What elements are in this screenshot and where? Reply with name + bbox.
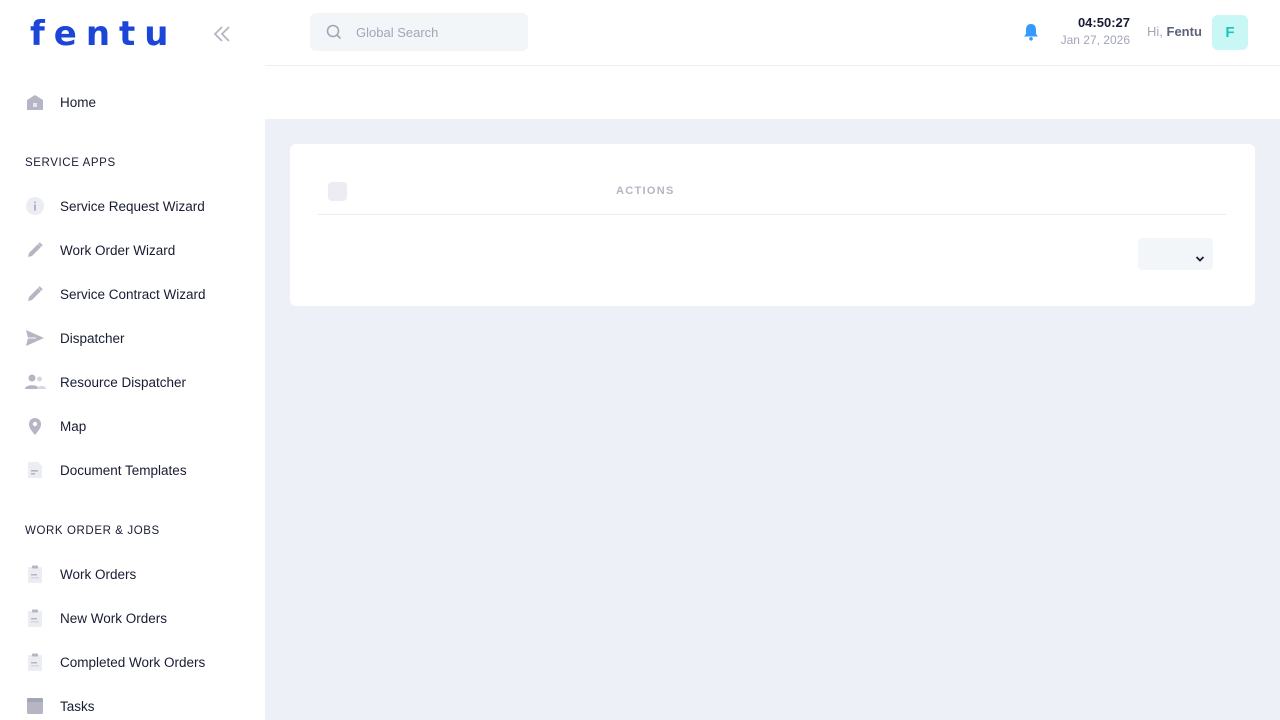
clipboard-icon	[24, 607, 46, 629]
clock: 04:50:27 Jan 27, 2026	[1045, 15, 1130, 47]
sidebar-item-work-order-wizard[interactable]: Work Order Wizard	[24, 235, 254, 265]
top-header: 04:50:27 Jan 27, 2026 Hi, Fentu F	[265, 0, 1280, 66]
sidebar-item-label: Work Order Wizard	[60, 242, 176, 258]
sidebar-item-completed-work-orders[interactable]: Completed Work Orders	[24, 647, 254, 677]
sidebar-item-service-contract-wizard[interactable]: Service Contract Wizard	[24, 279, 254, 309]
sidebar-item-service-request-wizard[interactable]: Service Request Wizard	[24, 191, 254, 221]
send-icon	[24, 327, 46, 349]
bell-icon[interactable]	[1021, 22, 1041, 42]
sidebar-item-label: Service Contract Wizard	[60, 286, 206, 302]
current-time: 04:50:27	[1077, 15, 1130, 30]
select-all-checkbox[interactable]	[328, 182, 347, 201]
table-header: ACTIONS	[318, 172, 1226, 215]
greeting-text: Hi,	[1147, 24, 1163, 39]
sidebar-item-label: Completed Work Orders	[60, 654, 206, 670]
sidebar-item-label: Document Templates	[60, 462, 187, 478]
pencil-icon	[24, 283, 46, 305]
clipboard-icon	[24, 651, 46, 673]
user-name: Fentu	[1166, 24, 1202, 39]
users-icon	[24, 371, 46, 393]
sidebar-item-tasks[interactable]: Tasks	[24, 691, 254, 720]
sidebar-item-label: Home	[60, 94, 97, 110]
clipboard-icon	[24, 563, 46, 585]
search-input[interactable]	[356, 24, 516, 40]
sidebar-item-label: Service Request Wizard	[60, 198, 205, 214]
sidebar-item-label: New Work Orders	[60, 610, 168, 626]
sidebar-item-label: Dispatcher	[60, 330, 125, 346]
search-icon	[326, 24, 342, 40]
sidebar-item-label: Work Orders	[60, 566, 137, 582]
sidebar-item-new-work-orders[interactable]: New Work Orders	[24, 603, 254, 633]
home-icon	[24, 91, 46, 113]
section-title-work-order-jobs: WORK ORDER & JOBS	[25, 525, 160, 537]
sidebar-item-label: Map	[60, 418, 87, 434]
sidebar-item-dispatcher[interactable]: Dispatcher	[24, 323, 254, 353]
avatar[interactable]: F	[1212, 15, 1248, 50]
task-icon	[24, 695, 46, 717]
table-card: ACTIONS	[290, 144, 1255, 306]
global-search[interactable]	[310, 13, 528, 51]
chevron-down-icon	[1195, 249, 1205, 262]
sidebar-item-label: Tasks	[60, 698, 95, 714]
sidebar-item-document-templates[interactable]: Document Templates	[24, 455, 254, 485]
logo[interactable]: fentu	[30, 12, 178, 56]
collapse-sidebar-icon[interactable]	[210, 22, 234, 46]
document-icon	[24, 459, 46, 481]
section-title-service-apps: SERVICE APPS	[25, 157, 116, 169]
row-select-dropdown[interactable]	[1138, 238, 1213, 270]
subheader	[265, 66, 1280, 119]
brand: fentu	[30, 12, 230, 56]
sidebar-item-label: Resource Dispatcher	[60, 374, 187, 390]
map-pin-icon	[24, 415, 46, 437]
sidebar-item-resource-dispatcher[interactable]: Resource Dispatcher	[24, 367, 254, 397]
sidebar-item-work-orders[interactable]: Work Orders	[24, 559, 254, 589]
pencil-icon	[24, 239, 46, 261]
info-icon	[24, 195, 46, 217]
column-header-actions: ACTIONS	[616, 185, 675, 197]
sidebar: fentu Home SERVICE APPS Service Request	[0, 0, 265, 720]
sidebar-item-map[interactable]: Map	[24, 411, 254, 441]
user-greeting[interactable]: Hi, Fentu	[1147, 24, 1202, 39]
sidebar-item-home[interactable]: Home	[24, 87, 254, 117]
current-date: Jan 27, 2026	[1060, 33, 1130, 47]
